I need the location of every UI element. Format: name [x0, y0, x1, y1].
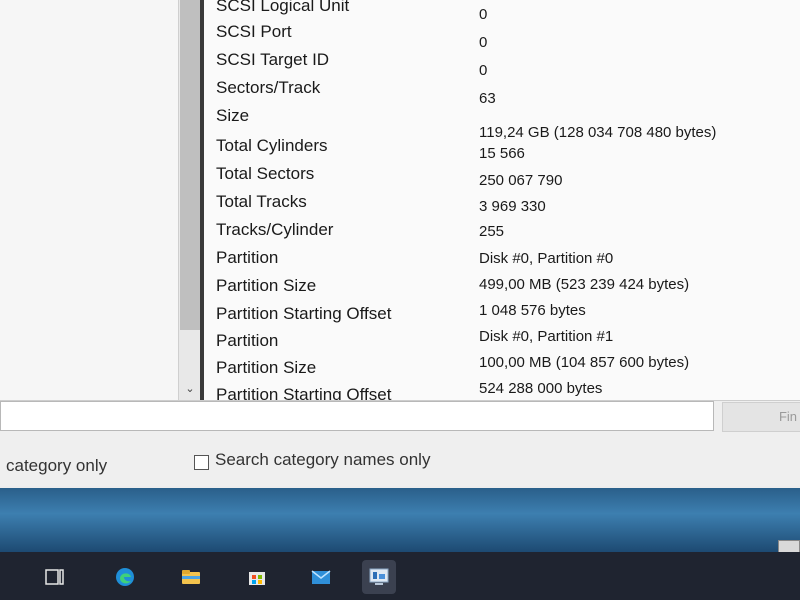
list-item[interactable]: SCSI Logical Unit 0: [204, 0, 800, 23]
system-information-window: ⌄ SCSI Logical Unit 0 SCSI Port 0 SCSI T…: [0, 0, 800, 488]
category-tree-scrollbar[interactable]: ⌄: [178, 0, 202, 400]
list-item[interactable]: SCSI Port 0: [204, 22, 800, 51]
scrollbar-thumb[interactable]: [180, 0, 200, 330]
system-information-icon: [369, 568, 389, 585]
search-selected-category-only-label[interactable]: category only: [6, 456, 107, 476]
property-label: Partition Size: [216, 358, 317, 377]
desktop-wallpaper: [0, 488, 800, 552]
property-value: 15 566: [479, 145, 525, 162]
category-tree-pane[interactable]: [0, 0, 179, 400]
property-label: Total Cylinders: [216, 136, 328, 155]
property-label: Partition: [216, 331, 279, 350]
property-value: Disk #0, Partition #1: [479, 328, 614, 345]
property-label: SCSI Logical Unit: [216, 0, 350, 15]
edge-icon: [116, 568, 134, 586]
search-options: category only Search category names only: [0, 440, 800, 486]
property-label: Size: [216, 106, 250, 125]
search-category-names-label[interactable]: Search category names only: [215, 450, 430, 470]
list-item[interactable]: Partition Disk #0, Partition #0: [204, 248, 800, 274]
property-value: 0: [479, 34, 488, 51]
find-button[interactable]: Fin: [722, 402, 800, 432]
property-label: Total Tracks: [216, 192, 307, 211]
taskbar: [0, 552, 800, 600]
task-view-button[interactable]: [38, 560, 72, 594]
property-value: 63: [479, 90, 496, 107]
list-item[interactable]: Total Tracks 3 969 330: [204, 192, 800, 218]
property-value: 255: [479, 223, 505, 240]
file-explorer-button[interactable]: [174, 560, 208, 594]
search-category-names-checkbox[interactable]: [194, 455, 209, 470]
property-value: 524 288 000 bytes: [479, 380, 603, 397]
microsoft-store-button[interactable]: [240, 560, 274, 594]
property-value: 100,00 MB (104 857 600 bytes): [479, 354, 690, 371]
find-bar: Fin: [0, 400, 800, 441]
property-label: Sectors/Track: [216, 78, 321, 97]
property-label: Partition Size: [216, 276, 317, 295]
property-label: Partition Starting Offset: [216, 385, 392, 400]
list-item[interactable]: Partition Size 499,00 MB (523 239 424 by…: [204, 276, 800, 302]
list-item[interactable]: Size 119,24 GB (128 034 708 480 bytes): [204, 106, 800, 141]
property-value: 1 048 576 bytes: [479, 302, 586, 319]
list-item[interactable]: Partition Starting Offset 524 288 000 by…: [204, 380, 800, 400]
property-value: 499,00 MB (523 239 424 bytes): [479, 276, 690, 293]
task-view-icon: [45, 569, 64, 585]
scroll-down-arrow-icon[interactable]: ⌄: [183, 382, 197, 396]
details-list: SCSI Logical Unit 0 SCSI Port 0 SCSI Tar…: [204, 0, 800, 400]
property-label: Total Sectors: [216, 164, 315, 183]
system-information-button[interactable]: [362, 560, 396, 594]
file-explorer-icon: [182, 570, 200, 584]
list-item[interactable]: SCSI Target ID 0: [204, 50, 800, 79]
list-item[interactable]: Total Cylinders 15 566: [204, 136, 800, 162]
property-label: Partition Starting Offset: [216, 304, 392, 323]
property-label: SCSI Target ID: [216, 50, 330, 69]
list-item[interactable]: Tracks/Cylinder 255: [204, 220, 800, 246]
property-label: Tracks/Cylinder: [216, 220, 334, 239]
edge-button[interactable]: [108, 560, 142, 594]
property-value: 0: [479, 6, 488, 23]
property-value: 3 969 330: [479, 198, 546, 215]
list-item[interactable]: Sectors/Track 63: [204, 78, 800, 107]
mail-button[interactable]: [304, 560, 338, 594]
list-item[interactable]: Partition Starting Offset 1 048 576 byte…: [204, 302, 800, 330]
find-what-input[interactable]: [0, 401, 714, 431]
property-value: Disk #0, Partition #0: [479, 250, 614, 267]
property-value: 0: [479, 62, 488, 79]
property-value: 250 067 790: [479, 172, 563, 189]
list-item[interactable]: Total Sectors 250 067 790: [204, 164, 800, 190]
property-label: SCSI Port: [216, 22, 292, 41]
mail-icon: [311, 570, 331, 584]
microsoft-store-icon: [249, 572, 265, 585]
property-label: Partition: [216, 248, 279, 267]
